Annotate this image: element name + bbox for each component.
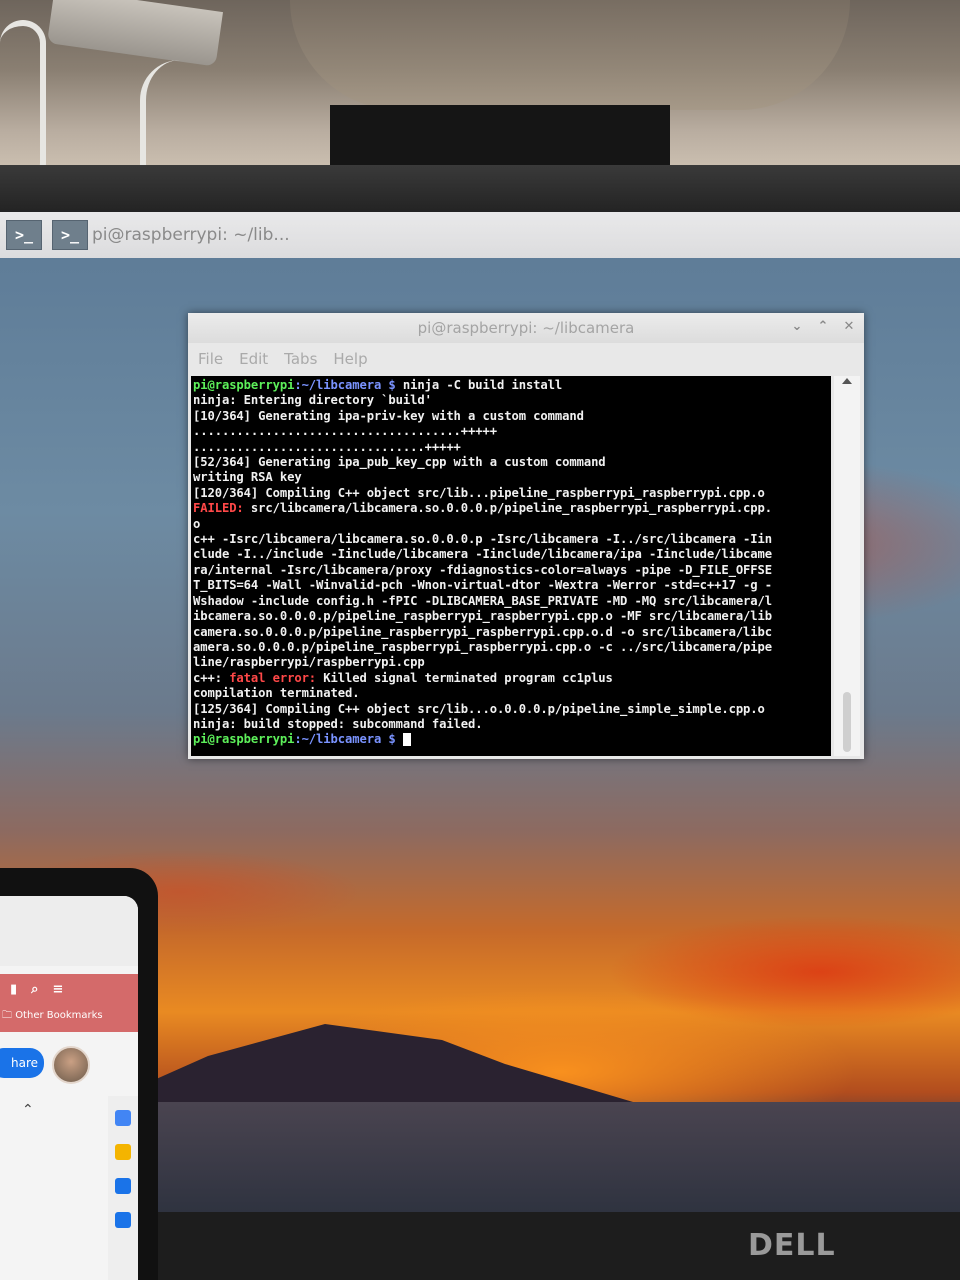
- menu-edit[interactable]: Edit: [239, 350, 268, 368]
- compile-line: Wshadow -include config.h -fPIC -DLIBCAM…: [193, 593, 773, 608]
- menu-icon: ≡: [52, 982, 64, 997]
- phone-status-area: [0, 896, 138, 966]
- phone-toolbar-icons: ▮ ⌕ ≡: [10, 982, 63, 997]
- output-line: [10/364] Generating ipa-priv-key with a …: [193, 408, 584, 423]
- compile-line: amera.so.0.0.0.p/pipeline_raspberrypi_ra…: [193, 639, 773, 654]
- command-text: ninja -C build install: [395, 378, 563, 392]
- output-line: ninja: build stopped: subcommand failed.: [193, 716, 483, 731]
- menu-bar: File Edit Tabs Help: [188, 345, 864, 373]
- avatar: [52, 1046, 90, 1084]
- cable: [140, 60, 256, 175]
- keep-icon: [115, 1144, 131, 1160]
- scroll-up-icon[interactable]: [842, 378, 852, 384]
- compile-line: ra/internal -Isrc/libcamera/proxy -fdiag…: [193, 562, 773, 577]
- close-icon[interactable]: ✕: [842, 319, 856, 334]
- terminal-icon: >_: [52, 220, 88, 250]
- wall-bracket: [46, 0, 224, 67]
- error-label: fatal error:: [221, 670, 317, 685]
- taskbar-task-terminal[interactable]: >_ pi@raspberrypi: ~/lib...: [52, 220, 290, 250]
- prompt-symbol: $: [381, 378, 396, 392]
- phone-screen: ▮ ⌕ ≡ 🗀 Other Bookmarks hare ⌃: [0, 896, 138, 1280]
- phone-share-button: hare: [0, 1048, 44, 1078]
- tasks-icon: [115, 1178, 131, 1194]
- taskbar-task-label: pi@raspberrypi: ~/lib...: [92, 225, 290, 245]
- cable: [0, 20, 46, 175]
- compile-line: ibcamera.so.0.0.0.p/pipeline_raspberrypi…: [193, 609, 773, 624]
- room-background: [0, 0, 960, 175]
- extension-icon: ▮: [10, 982, 18, 997]
- maximize-icon[interactable]: ⌃: [816, 319, 830, 334]
- compile-line: clude -I../include -Iinclude/libcamera -…: [193, 547, 773, 562]
- output-line: writing RSA key: [193, 470, 302, 485]
- contacts-icon: [115, 1212, 131, 1228]
- chevron-up-icon: ⌃: [22, 1102, 34, 1118]
- output-line: [120/364] Compiling C++ object src/lib..…: [193, 485, 765, 500]
- output-line: [52/364] Generating ipa_pub_key_cpp with…: [193, 455, 606, 470]
- failed-line: FAILED: src/libcamera/libcamera.so.0.0.0…: [193, 501, 827, 516]
- prompt-user: pi@raspberrypi: [193, 378, 295, 392]
- output-line: .....................................+++…: [193, 424, 497, 439]
- monitor-top-bezel: [0, 165, 960, 215]
- compile-line: line/raspberrypi/raspberrypi.cpp: [193, 655, 425, 670]
- error-line: c++: fatal error: Killed signal terminat…: [193, 671, 827, 686]
- compile-line: camera.so.0.0.0.p/pipeline_raspberrypi_r…: [193, 624, 773, 639]
- prompt-line: pi@raspberrypi:~/libcamera $ ninja -C bu…: [193, 378, 827, 393]
- output-line: [125/364] Compiling C++ object src/lib..…: [193, 701, 765, 716]
- compile-line: T_BITS=64 -Wall -Winvalid-pch -Wnon-virt…: [193, 578, 773, 593]
- menu-help[interactable]: Help: [333, 350, 367, 368]
- scroll-thumb[interactable]: [843, 692, 851, 752]
- shelf: [290, 0, 850, 110]
- window-title: pi@raspberrypi: ~/libcamera: [417, 319, 635, 337]
- taskbar: >_ >_ pi@raspberrypi: ~/lib...: [0, 212, 960, 258]
- terminal-window: pi@raspberrypi: ~/libcamera ⌄ ⌃ ✕ File E…: [188, 313, 864, 759]
- bookmarks-label: Other Bookmarks: [15, 1010, 103, 1021]
- output-line: compilation terminated.: [193, 686, 360, 701]
- prompt-symbol: $: [381, 732, 396, 747]
- failed-label: FAILED:: [193, 501, 244, 516]
- prompt-path: :~/libcamera: [294, 732, 382, 747]
- monitor-logo: DELL: [748, 1228, 836, 1263]
- output-line: ................................+++++: [193, 439, 461, 454]
- phone-side-panel: [108, 1096, 138, 1280]
- menu-file[interactable]: File: [198, 350, 223, 368]
- failed-path: src/libcamera/libcamera.so.0.0.0.p/pipel…: [243, 501, 773, 516]
- prompt-line: pi@raspberrypi:~/libcamera $: [193, 732, 827, 747]
- phone-bookmarks: 🗀 Other Bookmarks: [2, 1010, 103, 1021]
- prompt-user: pi@raspberrypi: [193, 732, 295, 747]
- terminal-launcher-icon[interactable]: >_: [6, 220, 42, 250]
- phone: ▮ ⌕ ≡ 🗀 Other Bookmarks hare ⌃: [0, 868, 158, 1280]
- text-cursor: [402, 733, 411, 747]
- prompt-path: :~/libcamera: [294, 378, 382, 392]
- menu-tabs[interactable]: Tabs: [284, 350, 317, 368]
- compile-line: c++ -Isrc/libcamera/libcamera.so.0.0.0.p…: [193, 532, 773, 547]
- calendar-icon: [115, 1110, 131, 1126]
- error-message: Killed signal terminated program cc1plus: [316, 670, 613, 685]
- window-titlebar[interactable]: pi@raspberrypi: ~/libcamera ⌄ ⌃ ✕: [188, 313, 864, 343]
- search-icon: ⌕: [31, 982, 39, 997]
- terminal-scrollbar[interactable]: [834, 376, 860, 756]
- error-prefix: c++:: [193, 670, 222, 685]
- output-line: o: [193, 516, 201, 531]
- output-line: ninja: Entering directory `build': [193, 393, 432, 408]
- minimize-icon[interactable]: ⌄: [790, 319, 804, 334]
- terminal-output[interactable]: pi@raspberrypi:~/libcamera $ ninja -C bu…: [191, 376, 831, 756]
